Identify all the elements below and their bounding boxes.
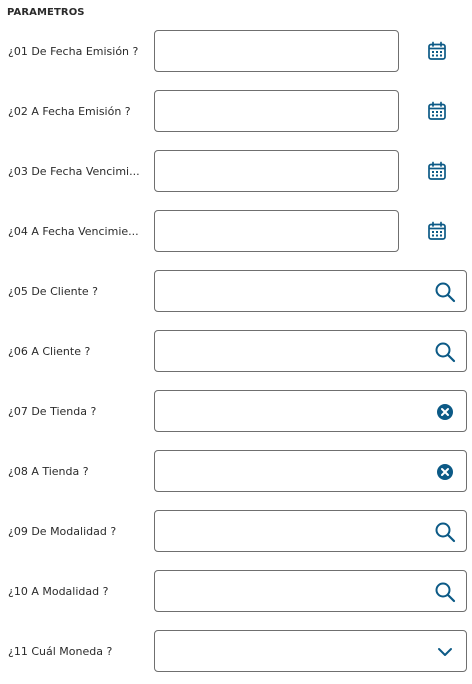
lookup-field[interactable]	[154, 570, 467, 612]
param-label: ¿05 De Cliente ?	[8, 285, 99, 298]
param-label: ¿07 De Tienda ?	[8, 405, 97, 418]
store-field[interactable]	[154, 390, 467, 432]
lookup-input[interactable]	[155, 571, 466, 611]
lookup-field[interactable]	[154, 330, 467, 372]
date-field[interactable]	[154, 90, 399, 132]
date-input[interactable]	[155, 151, 398, 191]
param-row-08: ¿08 A Tienda ?	[0, 450, 472, 494]
param-row-10: ¿10 A Modalidad ?	[0, 570, 472, 614]
currency-select-value[interactable]	[155, 631, 466, 671]
store-input[interactable]	[155, 391, 466, 431]
chevron-down-icon[interactable]	[434, 641, 456, 663]
currency-select[interactable]	[154, 630, 467, 672]
param-row-05: ¿05 De Cliente ?	[0, 270, 472, 314]
parameters-panel: PARAMETROS ¿01 De Fecha Emisión ? ¿02 A …	[0, 0, 472, 684]
param-row-09: ¿09 De Modalidad ?	[0, 510, 472, 554]
date-field[interactable]	[154, 30, 399, 72]
param-row-07: ¿07 De Tienda ?	[0, 390, 472, 434]
param-label: ¿09 De Modalidad ?	[8, 525, 117, 538]
param-row-06: ¿06 A Cliente ?	[0, 330, 472, 374]
param-row-01: ¿01 De Fecha Emisión ?	[0, 30, 472, 74]
param-label: ¿10 A Modalidad ?	[8, 585, 109, 598]
section-title: PARAMETROS	[7, 7, 85, 18]
param-label: ¿11 Cuál Moneda ?	[8, 645, 113, 658]
calendar-icon[interactable]	[427, 41, 447, 61]
param-row-04: ¿04 A Fecha Vencimie...	[0, 210, 472, 254]
clear-icon[interactable]	[436, 403, 454, 421]
param-row-11: ¿11 Cuál Moneda ?	[0, 630, 472, 674]
date-input[interactable]	[155, 31, 398, 71]
param-label: ¿06 A Cliente ?	[8, 345, 91, 358]
search-icon[interactable]	[434, 581, 456, 603]
date-input[interactable]	[155, 91, 398, 131]
param-row-02: ¿02 A Fecha Emisión ?	[0, 90, 472, 134]
calendar-icon[interactable]	[427, 101, 447, 121]
param-label: ¿01 De Fecha Emisión ?	[8, 45, 139, 58]
calendar-icon[interactable]	[427, 161, 447, 181]
param-row-03: ¿03 De Fecha Vencimi...	[0, 150, 472, 194]
clear-icon[interactable]	[436, 463, 454, 481]
store-field[interactable]	[154, 450, 467, 492]
date-input[interactable]	[155, 211, 398, 251]
date-field[interactable]	[154, 150, 399, 192]
search-icon[interactable]	[434, 341, 456, 363]
param-label: ¿02 A Fecha Emisión ?	[8, 105, 131, 118]
calendar-icon[interactable]	[427, 221, 447, 241]
lookup-field[interactable]	[154, 510, 467, 552]
param-label: ¿08 A Tienda ?	[8, 465, 89, 478]
lookup-input[interactable]	[155, 271, 466, 311]
lookup-input[interactable]	[155, 331, 466, 371]
search-icon[interactable]	[434, 281, 456, 303]
param-label: ¿03 De Fecha Vencimi...	[8, 165, 140, 178]
lookup-input[interactable]	[155, 511, 466, 551]
store-input[interactable]	[155, 451, 466, 491]
param-label: ¿04 A Fecha Vencimie...	[8, 225, 139, 238]
date-field[interactable]	[154, 210, 399, 252]
search-icon[interactable]	[434, 521, 456, 543]
lookup-field[interactable]	[154, 270, 467, 312]
